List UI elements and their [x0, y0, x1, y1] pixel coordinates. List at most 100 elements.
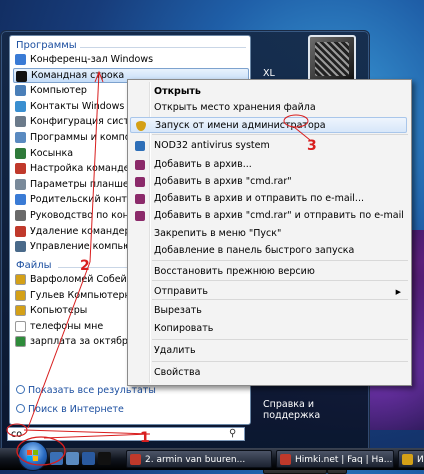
- context-menu-item[interactable]: Открыть место хранения файла: [130, 100, 407, 116]
- context-menu-item[interactable]: Запуск от имени администратора: [130, 117, 407, 133]
- nod32-icon: [135, 141, 145, 151]
- context-menu-label: Закрепить в меню "Пуск": [154, 228, 282, 239]
- context-menu-label: Добавить в архив и отправить по e-mail..…: [154, 193, 364, 204]
- program-label: Командная строка: [31, 69, 125, 81]
- context-menu-item[interactable]: Добавить в архив...: [130, 157, 407, 173]
- app-icon: [280, 454, 291, 465]
- taskbar-button-label: Изобр...: [417, 455, 424, 465]
- taskbar-button[interactable]: Изобр...: [398, 450, 424, 468]
- menu-separator: [152, 299, 408, 300]
- windows-logo-icon: [27, 450, 39, 462]
- file-label: телефоны мне: [30, 320, 104, 332]
- menu-separator: [152, 260, 408, 261]
- files-header: Файлы: [16, 260, 52, 271]
- file-icon: [15, 320, 26, 332]
- divider: [80, 47, 246, 48]
- file-icon: [15, 274, 26, 285]
- magnifier-icon: [16, 385, 25, 394]
- program-icon: [15, 241, 26, 253]
- program-item[interactable]: Конференц-зал Windows: [13, 52, 247, 67]
- file-icon: [15, 305, 26, 317]
- context-menu-item[interactable]: Свойства: [130, 365, 407, 381]
- program-label: Удаление командера: [30, 225, 137, 237]
- help-and-support-link[interactable]: Справка и поддержка: [263, 399, 369, 421]
- menu-separator: [152, 339, 408, 340]
- menu-separator: [152, 134, 408, 135]
- context-menu-label: Добавить в архив "cmd.rar" и отправить п…: [154, 210, 404, 221]
- program-icon: [15, 147, 26, 159]
- file-icon: [15, 336, 26, 348]
- context-menu-item[interactable]: Удалить: [130, 343, 407, 359]
- program-icon: [15, 100, 26, 112]
- file-icon: [15, 289, 26, 301]
- start-search-input[interactable]: co: [7, 427, 245, 441]
- context-menu-item[interactable]: Открыть: [130, 84, 407, 100]
- menu-separator: [152, 280, 408, 281]
- context-menu: Открыть Открыть место хранения файла Запус…: [127, 79, 412, 386]
- context-menu-label: Открыть место хранения файла: [154, 102, 316, 113]
- context-menu-label: NOD32 antivirus system: [154, 140, 270, 151]
- context-menu-label: Добавить в архив "cmd.rar": [154, 176, 292, 187]
- program-label: Конференц-зал Windows: [30, 54, 154, 65]
- program-icon: [15, 178, 26, 190]
- context-menu-item[interactable]: Отправить ▶: [130, 284, 407, 300]
- context-menu-label: Добавить в архив...: [154, 159, 252, 170]
- context-menu-label: Копировать: [154, 323, 214, 334]
- taskbar-button[interactable]: Himki.net | Faq | Ha...: [276, 450, 394, 468]
- winrar-icon: [135, 160, 145, 170]
- browser-icon[interactable]: [82, 452, 95, 465]
- magnifier-icon[interactable]: ⚲: [229, 428, 241, 440]
- program-icon: [15, 116, 26, 128]
- program-icon: [15, 194, 26, 206]
- context-menu-item[interactable]: NOD32 antivirus system: [130, 138, 407, 154]
- program-label: Контакты Windows: [30, 100, 125, 112]
- show-all-results-link[interactable]: Показать все результаты: [16, 385, 156, 396]
- context-menu-item[interactable]: Закрепить в меню "Пуск": [130, 226, 407, 242]
- menu-separator: [152, 361, 408, 362]
- context-menu-label: Открыть: [154, 86, 201, 97]
- winrar-icon: [135, 177, 145, 187]
- taskbar-button-label: Himki.net | Faq | Ha...: [295, 455, 393, 465]
- uac-shield-icon: [136, 121, 146, 131]
- show-desktop-icon[interactable]: [50, 452, 63, 465]
- user-name-label[interactable]: XL: [263, 68, 275, 79]
- program-label: Настройка командера: [30, 163, 142, 175]
- app-icon: [402, 454, 413, 465]
- program-icon: [15, 163, 26, 175]
- context-menu-item[interactable]: Вырезать: [130, 303, 407, 319]
- program-label: Компьютер: [30, 85, 87, 97]
- program-label: Косынка: [30, 147, 74, 159]
- switch-windows-icon[interactable]: [66, 452, 79, 465]
- avatar-picture: [315, 42, 349, 76]
- app-icon: [130, 454, 141, 465]
- cmd-icon[interactable]: [98, 452, 111, 465]
- context-menu-item[interactable]: Добавить в архив "cmd.rar": [130, 174, 407, 190]
- search-internet-link[interactable]: Поиск в Интернете: [16, 404, 124, 415]
- winrar-icon: [135, 211, 145, 221]
- program-icon: [15, 54, 26, 65]
- program-icon: [15, 210, 26, 221]
- context-menu-label: Отправить: [154, 286, 208, 297]
- start-button[interactable]: [18, 441, 48, 471]
- context-menu-label: Восстановить прежнюю версию: [154, 266, 315, 277]
- context-menu-item[interactable]: Добавление в панель быстрого запуска: [130, 243, 407, 259]
- magnifier-icon: [16, 404, 25, 413]
- program-icon: [15, 85, 26, 97]
- program-icon: [15, 132, 26, 143]
- context-menu-label: Удалить: [154, 345, 196, 356]
- context-menu-label: Запуск от имени администратора: [155, 120, 326, 131]
- context-menu-item[interactable]: Добавить в архив "cmd.rar" и отправить п…: [130, 208, 407, 224]
- context-menu-item[interactable]: Копировать: [130, 321, 407, 337]
- taskbar-button[interactable]: 2. armin van buuren...: [126, 450, 272, 468]
- context-menu-label: Добавление в панель быстрого запуска: [154, 245, 355, 256]
- context-menu-item[interactable]: Добавить в архив и отправить по e-mail..…: [130, 191, 407, 207]
- taskbar-button-label: 2. armin van buuren...: [145, 455, 246, 465]
- context-menu-item[interactable]: Восстановить прежнюю версию: [130, 264, 407, 280]
- program-icon: [15, 225, 26, 237]
- programs-header: Программы: [16, 40, 77, 51]
- context-menu-label: Вырезать: [154, 305, 202, 316]
- program-icon: [16, 70, 27, 82]
- submenu-arrow-icon: ▶: [395, 288, 401, 296]
- context-menu-label: Свойства: [154, 367, 201, 378]
- user-avatar[interactable]: [308, 35, 356, 83]
